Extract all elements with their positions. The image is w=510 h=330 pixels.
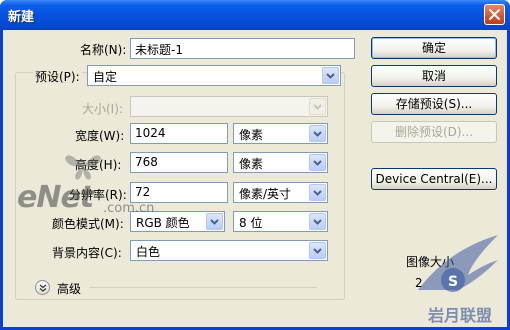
width-label: 宽度(W): [75,129,125,143]
close-button[interactable] [484,4,505,25]
enet-domain-watermark: .com.cn [103,201,155,216]
device-central-button[interactable]: Device Central(E)... [371,168,497,190]
preset-label: 预设(P): [33,68,82,85]
chevron-down-icon [326,73,335,79]
double-chevron-down-icon [39,284,47,292]
dialog-body: 名称(N): 未标题-1 预设(P): 自定 大小(I): 宽度(W): 102… [3,30,507,327]
resolution-unit-arrow[interactable] [309,184,326,201]
height-unit-dropdown[interactable]: 像素 [233,152,328,173]
color-mode-arrow[interactable] [206,213,223,230]
chevron-down-icon [210,219,219,225]
height-field[interactable]: 768 [130,152,228,173]
title-bar[interactable]: 新建 [0,0,510,30]
chevron-down-icon [313,160,322,166]
cancel-button[interactable]: 取消 [371,65,497,87]
resolution-unit-value: 像素/英寸 [239,187,292,201]
delete-preset-button[interactable]: 删除预设(D)... [371,121,497,143]
height-unit-arrow[interactable] [309,154,326,171]
resolution-unit-dropdown[interactable]: 像素/英寸 [233,182,328,203]
color-mode-value: RGB 颜色 [136,216,190,230]
save-preset-button[interactable]: 存储预设(S)... [371,93,497,115]
background-arrow[interactable] [309,242,326,259]
svg-text:S: S [448,274,458,290]
new-document-dialog: 新建 名称(N): 未标题-1 预设(P): 自定 大小(I): 宽度(W): … [0,0,510,330]
site-watermark: 岩月联盟 [428,306,493,325]
ok-button[interactable]: 确定 [371,37,497,59]
size-dropdown[interactable] [130,96,328,117]
background-value: 白色 [136,245,161,259]
resolution-field[interactable]: 72 [130,182,228,203]
size-dropdown-arrow[interactable] [309,98,326,115]
width-unit-dropdown[interactable]: 像素 [233,123,328,144]
chevron-down-icon [313,248,322,254]
width-field[interactable]: 1024 [130,123,228,144]
height-unit-value: 像素 [239,157,264,171]
bit-depth-arrow[interactable] [309,213,326,230]
preset-dropdown[interactable]: 自定 [87,65,341,86]
chevron-down-icon [313,104,322,110]
bit-depth-value: 8 位 [239,216,263,230]
chevron-down-icon [313,190,322,196]
color-mode-label: 颜色模式(M): [52,217,124,231]
background-label: 背景内容(C): [52,246,122,260]
enet-watermark: eNet [17,180,94,215]
size-label: 大小(I): [82,102,123,116]
butterfly-watermark-icon [65,155,101,180]
close-icon [489,9,500,20]
bit-depth-dropdown[interactable]: 8 位 [233,211,328,232]
preset-value: 自定 [93,70,118,84]
advanced-divider [89,287,317,288]
chevron-down-icon [313,219,322,225]
window-title: 新建 [8,10,35,25]
preset-dropdown-arrow[interactable] [322,67,339,84]
width-unit-arrow[interactable] [309,125,326,142]
name-label: 名称(N): [80,43,127,57]
advanced-toggle[interactable] [35,280,50,295]
chevron-down-icon [313,131,322,137]
width-unit-value: 像素 [239,128,264,142]
background-dropdown[interactable]: 白色 [130,240,328,261]
name-field[interactable]: 未标题-1 [130,38,355,59]
advanced-label: 高级 [57,282,82,296]
